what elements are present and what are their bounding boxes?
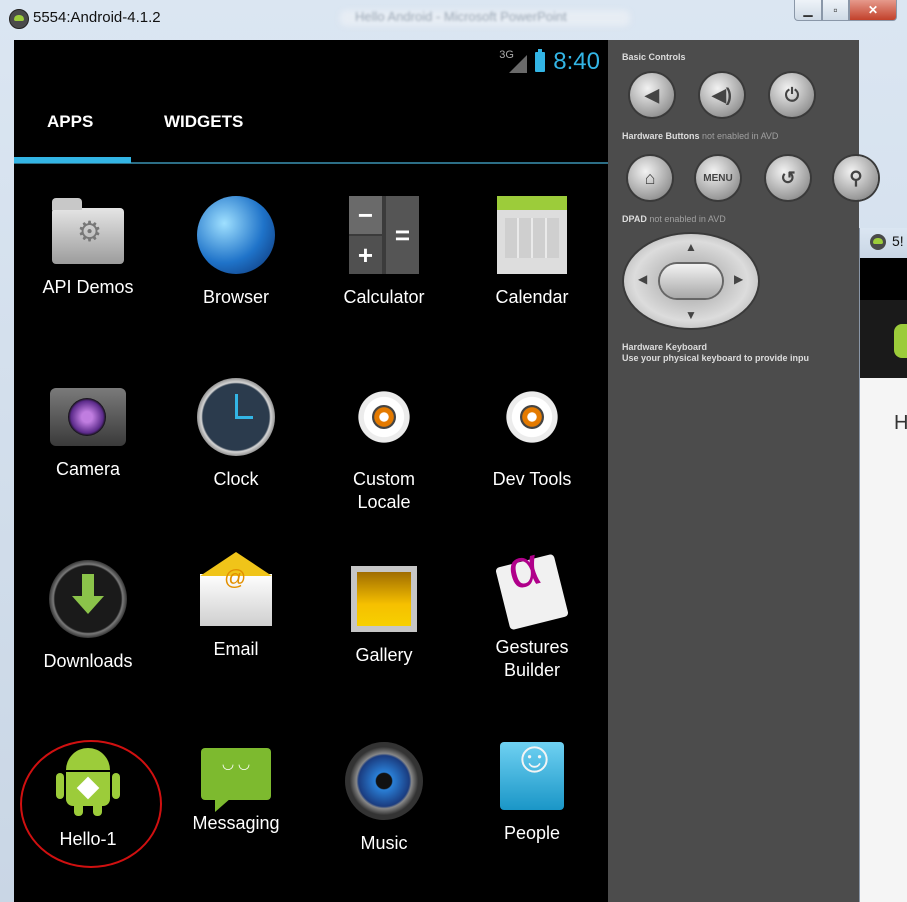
power-button[interactable]: ⏻: [770, 73, 814, 117]
dpad-right-icon[interactable]: ▶: [734, 272, 743, 286]
volume-up-button[interactable]: ◀): [700, 73, 744, 117]
app-label: API Demos: [42, 277, 134, 297]
app-label: Gestures Builder: [495, 637, 569, 680]
people-icon: [500, 742, 564, 810]
app-label: Messaging: [192, 813, 280, 833]
browser-icon: [197, 196, 275, 274]
music-icon: [345, 742, 423, 820]
dpad-title: DPAD not enabled in AVD: [622, 214, 726, 224]
app-clock[interactable]: Clock: [162, 374, 310, 491]
dpad-control[interactable]: ▲ ▼ ◀ ▶: [624, 234, 758, 328]
tab-widgets[interactable]: WIDGETS: [164, 112, 243, 132]
second-emulator-window[interactable]: 5! H: [859, 228, 907, 902]
app-api-demos[interactable]: API Demos: [14, 192, 162, 299]
window-controls: ▁ ▫ ✕: [794, 0, 897, 22]
app-email[interactable]: Email: [162, 552, 310, 661]
minimize-button[interactable]: ▁: [794, 0, 822, 21]
app-people[interactable]: People: [458, 738, 606, 845]
highlight-circle-annotation: [20, 740, 162, 868]
home-button[interactable]: ⌂: [628, 156, 672, 200]
volume-down-icon: ◀: [645, 84, 659, 105]
back-button[interactable]: ↺: [766, 156, 810, 200]
android-robot-icon: [894, 324, 907, 358]
app-label: Gallery: [355, 645, 413, 665]
second-window-status-bar: [860, 258, 907, 300]
calendar-icon: [497, 196, 567, 274]
gallery-icon: [351, 566, 417, 632]
camera-icon: [50, 388, 126, 446]
android-app-icon: [870, 234, 886, 250]
app-label: Calculator: [343, 287, 425, 307]
app-camera[interactable]: Camera: [14, 374, 162, 481]
downloads-icon: [49, 560, 127, 638]
messaging-icon: [201, 748, 271, 812]
app-label: Browser: [202, 287, 269, 307]
app-label: Music: [360, 833, 408, 853]
selected-tab-indicator: [14, 157, 131, 163]
email-icon: [200, 552, 272, 626]
custom-locale-icon: [345, 364, 423, 456]
app-gestures-builder[interactable]: Gestures Builder: [458, 553, 606, 682]
dpad-left-icon[interactable]: ◀: [638, 272, 647, 286]
clock-icon: [197, 378, 275, 456]
app-custom-locale[interactable]: Custom Locale: [310, 364, 458, 514]
status-bar: 3G 8:40: [499, 48, 600, 76]
gestures-builder-icon: [495, 553, 569, 631]
menu-button[interactable]: MENU: [696, 156, 740, 200]
app-calendar[interactable]: Calendar: [458, 192, 606, 309]
hardware-keyboard-note: Use your physical keyboard to provide in…: [622, 353, 810, 363]
maximize-button[interactable]: ▫: [822, 0, 849, 21]
search-icon: ⚲: [849, 167, 863, 188]
power-icon: ⏻: [784, 84, 800, 105]
second-window-title: 5!: [892, 233, 904, 249]
app-label: Calendar: [495, 287, 569, 307]
app-label: Downloads: [43, 651, 133, 671]
dpad-center-button[interactable]: [660, 264, 722, 298]
app-calculator[interactable]: − = + Calculator: [310, 192, 458, 309]
signal-icon: 3G: [499, 49, 528, 75]
android-app-icon: [9, 9, 29, 29]
app-gallery[interactable]: Gallery: [310, 556, 458, 667]
battery-icon: [535, 49, 546, 72]
back-icon: ↺: [780, 167, 796, 188]
dev-tools-icon: [493, 364, 571, 456]
search-button[interactable]: ⚲: [834, 156, 878, 200]
close-button[interactable]: ✕: [849, 0, 897, 21]
second-window-title-bar: 5!: [860, 228, 907, 258]
calc-equals-key: =: [386, 196, 419, 274]
app-downloads[interactable]: Downloads: [14, 556, 162, 673]
calculator-icon: − = +: [349, 196, 419, 274]
extended-controls-panel: Basic Controls ◀ ◀) ⏻ Hardware Buttons n…: [608, 40, 878, 902]
background-window-title: Hello Android - Microsoft PowerPoint: [355, 9, 567, 24]
tab-apps[interactable]: APPS: [47, 112, 93, 132]
hardware-buttons-title: Hardware Buttons not enabled in AVD: [622, 131, 779, 141]
calc-plus-key: +: [349, 236, 382, 274]
basic-controls-title: Basic Controls: [622, 52, 686, 62]
app-music[interactable]: Music: [310, 738, 458, 855]
api-demos-icon: [52, 198, 124, 264]
home-icon: ⌂: [644, 167, 656, 188]
window-title: 5554:Android-4.1.2: [33, 9, 161, 26]
app-label: Clock: [213, 469, 259, 489]
dpad-down-icon[interactable]: ▼: [685, 308, 697, 322]
app-label: People: [503, 823, 561, 843]
app-messaging[interactable]: Messaging: [162, 738, 310, 835]
volume-up-icon: ◀): [712, 84, 732, 105]
volume-down-button[interactable]: ◀: [630, 73, 674, 117]
app-dev-tools[interactable]: Dev Tools: [458, 364, 606, 491]
calc-minus-key: −: [349, 196, 382, 234]
app-label: Custom Locale: [352, 469, 415, 512]
dpad-up-icon[interactable]: ▲: [685, 240, 697, 254]
app-browser[interactable]: Browser: [162, 192, 310, 309]
emulator-window: 5554:Android-4.1.2 Hello Android - Micro…: [0, 0, 907, 902]
app-label: Email: [213, 639, 259, 659]
hardware-keyboard-title: Hardware Keyboard: [622, 342, 708, 352]
device-screen[interactable]: 3G 8:40 APPS WIDGETS API Demos Browser: [14, 40, 608, 902]
app-label: Dev Tools: [492, 469, 572, 489]
app-label: Camera: [55, 459, 121, 479]
status-clock: 8:40: [553, 48, 600, 75]
second-window-text: H: [894, 412, 907, 434]
title-bar: 5554:Android-4.1.2 Hello Android - Micro…: [0, 0, 907, 38]
